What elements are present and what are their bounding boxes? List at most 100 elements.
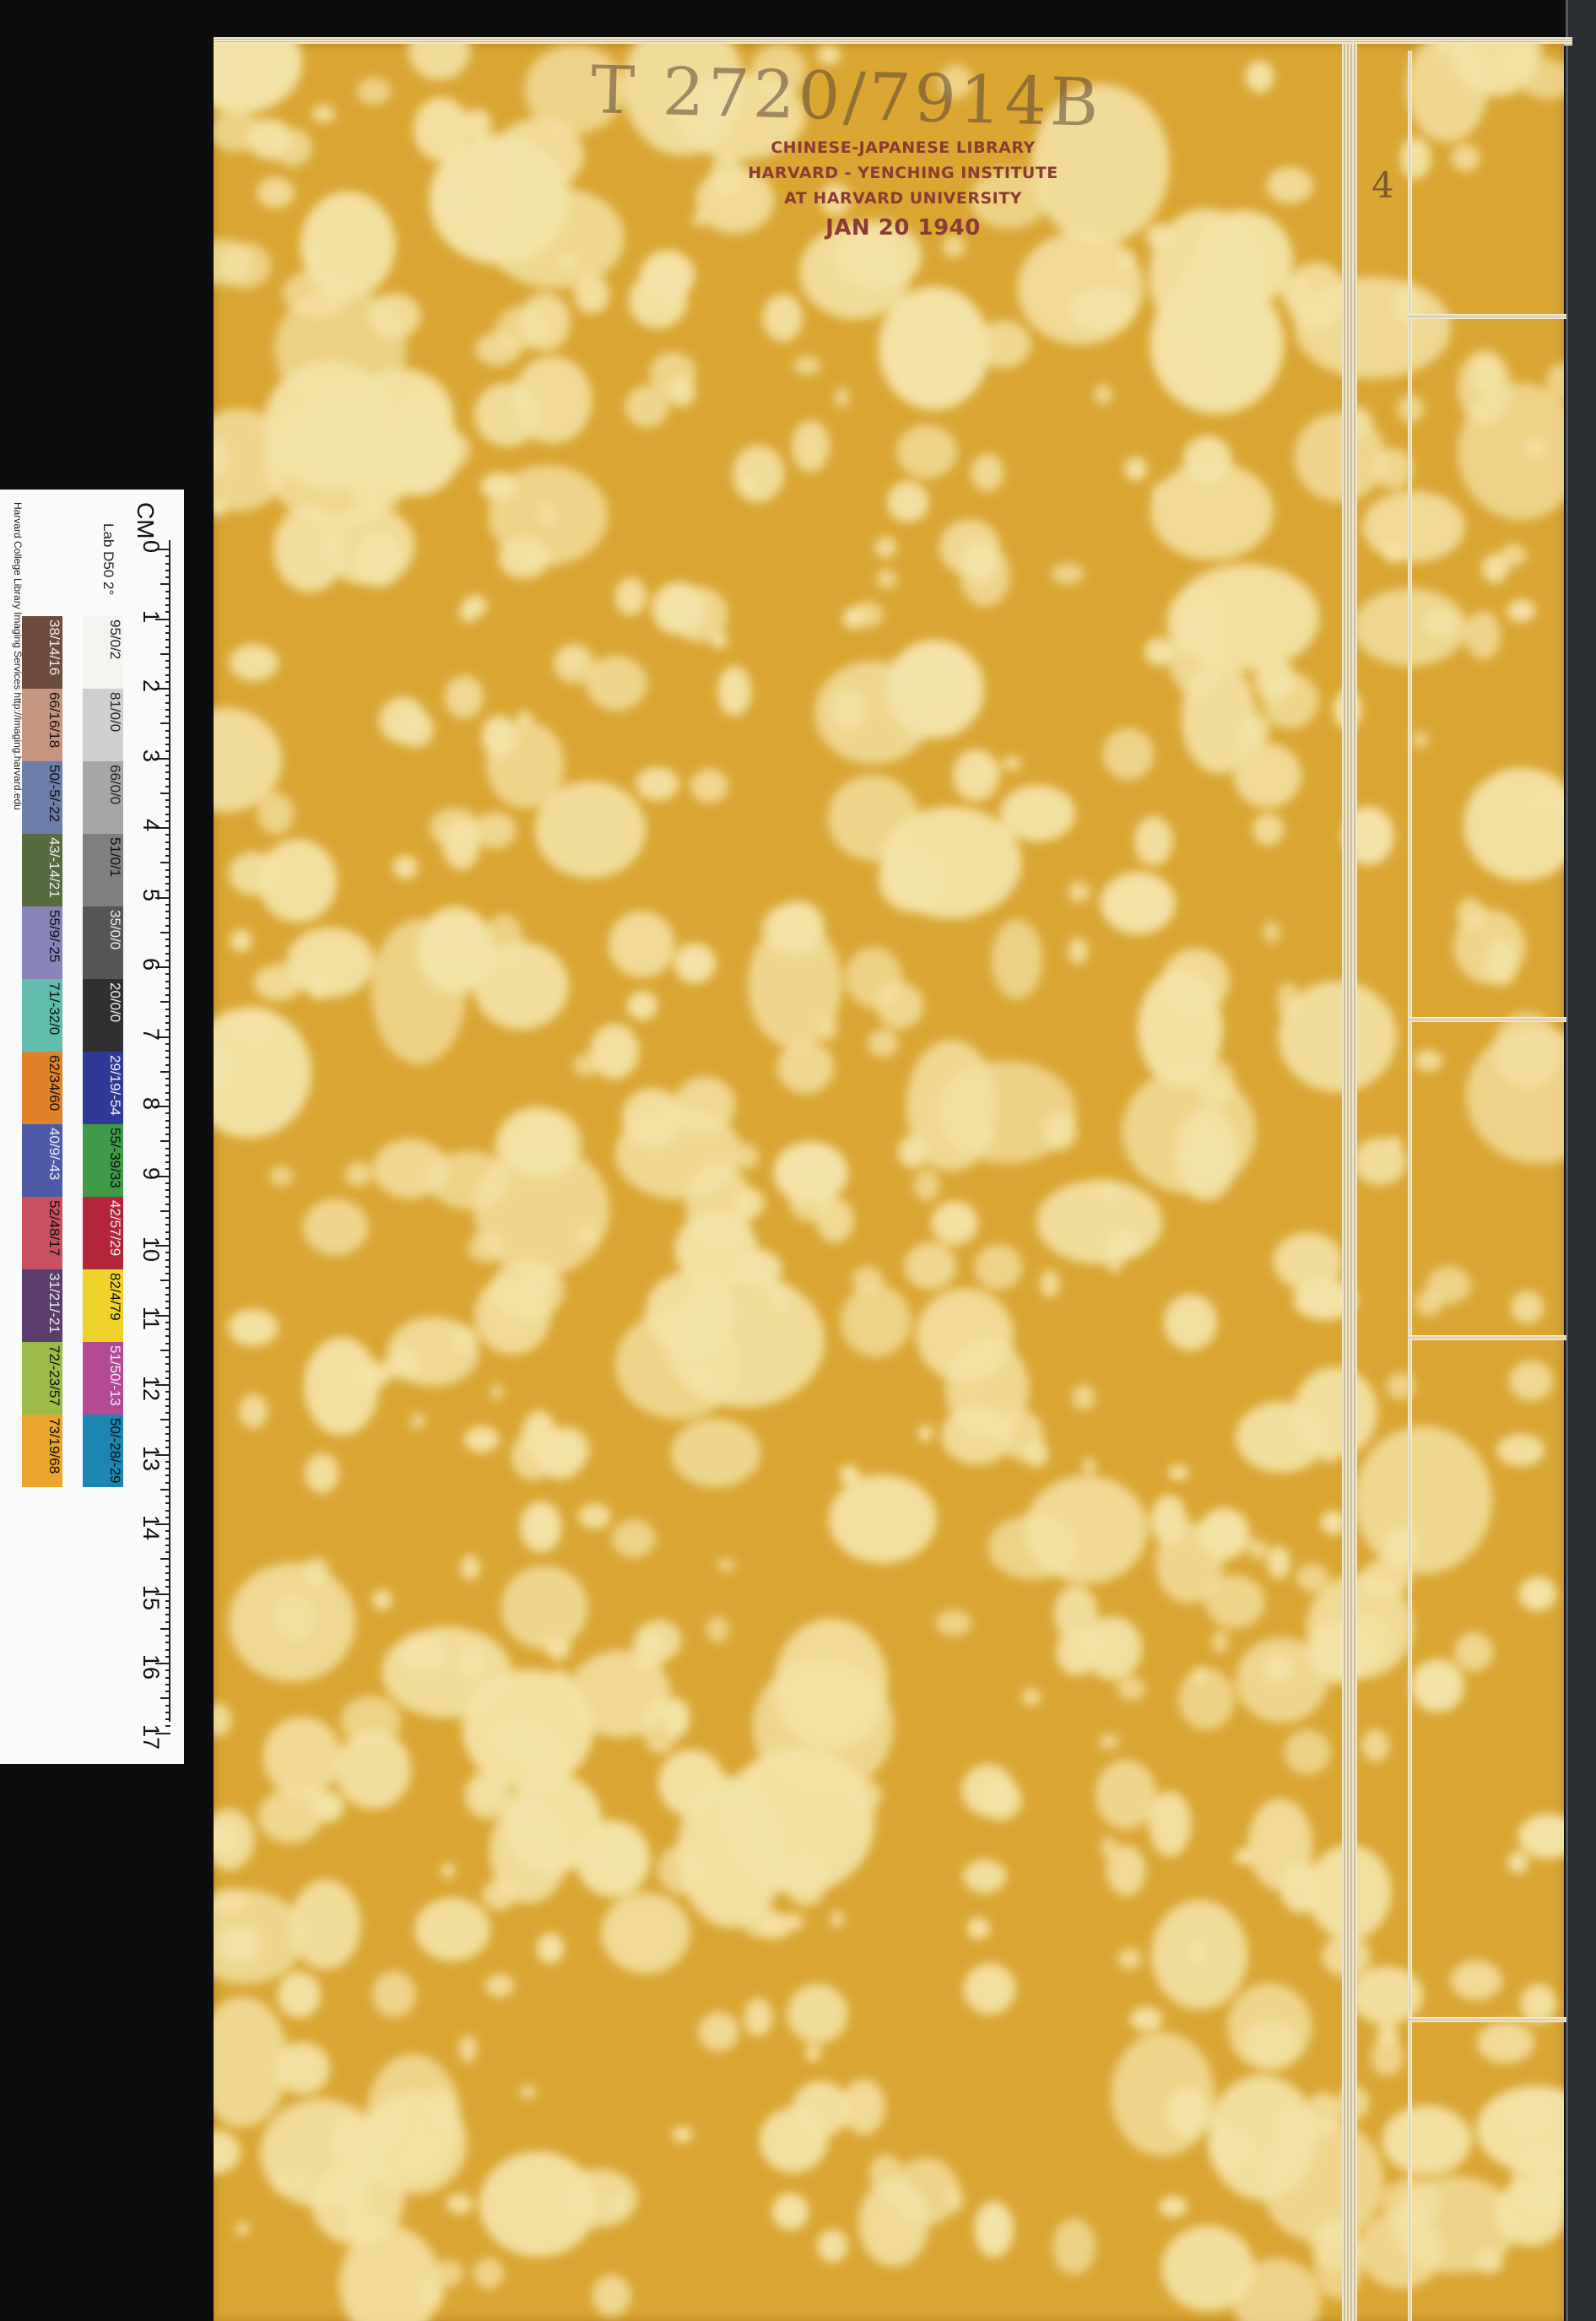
marble-spot bbox=[1124, 457, 1148, 481]
marble-spot bbox=[1370, 2037, 1404, 2076]
ruler-minor-tick bbox=[165, 1642, 170, 1644]
marble-spot bbox=[583, 1830, 639, 1869]
ruler-minor-tick bbox=[165, 716, 170, 717]
ruler-minor-tick bbox=[165, 1078, 170, 1079]
marble-spot bbox=[1017, 231, 1144, 345]
color-patch-label: 51/50/-13 bbox=[107, 1345, 123, 1406]
marble-spot bbox=[1410, 1658, 1464, 1712]
ruler-minor-tick bbox=[165, 903, 170, 906]
marble-spot bbox=[428, 1150, 510, 1209]
ruler-minor-tick bbox=[165, 1579, 170, 1581]
ruler-minor-tick bbox=[160, 1280, 170, 1282]
ruler-minor-tick bbox=[165, 1014, 170, 1017]
ruler-minor-tick bbox=[165, 1293, 170, 1296]
marble-spot bbox=[494, 1129, 527, 1163]
marble-spot bbox=[408, 44, 471, 81]
marble-spot bbox=[238, 1393, 268, 1429]
marble-spot bbox=[441, 1863, 456, 1880]
marble-spot bbox=[1266, 166, 1313, 204]
ruler-minor-tick bbox=[165, 1669, 170, 1672]
marble-spot bbox=[917, 1425, 933, 1442]
color-calibration-target: Harvard College Library Imaging Services… bbox=[0, 490, 184, 1764]
marble-spot bbox=[1211, 1630, 1229, 1654]
marble-spot bbox=[522, 1410, 557, 1457]
ruler-minor-tick bbox=[160, 1349, 170, 1351]
color-patch-label: 50/-28/-29 bbox=[107, 1418, 123, 1484]
ruler-minor-tick bbox=[165, 980, 170, 982]
ruler-cm-label: 14 bbox=[138, 1515, 164, 1541]
marble-spot bbox=[867, 1029, 899, 1058]
marble-spot bbox=[1451, 143, 1480, 172]
marble-spot bbox=[592, 2275, 631, 2317]
marble-spot bbox=[1129, 2006, 1163, 2032]
ruler-minor-tick bbox=[160, 583, 170, 586]
marble-spot bbox=[265, 396, 415, 528]
color-patch-label: 52/48/17 bbox=[46, 1200, 62, 1257]
ruler-minor-tick bbox=[165, 1328, 170, 1330]
color-patch: 66/16/18 bbox=[22, 689, 62, 761]
ruler-minor-tick bbox=[165, 1112, 170, 1115]
ruler-minor-tick bbox=[165, 1404, 170, 1407]
marble-spot bbox=[636, 767, 679, 801]
book-cover bbox=[214, 44, 1564, 2321]
marble-spot bbox=[258, 839, 338, 922]
ruler-minor-tick bbox=[165, 1377, 170, 1379]
ruler-cm-label: 9 bbox=[138, 1166, 164, 1180]
scanner-bed-edge bbox=[1566, 0, 1596, 2321]
marble-spot bbox=[615, 1106, 743, 1199]
marble-spot bbox=[392, 855, 419, 879]
marble-spot bbox=[590, 1024, 639, 1079]
ruler-minor-tick bbox=[165, 1530, 170, 1533]
marble-spot bbox=[1382, 2105, 1472, 2176]
marble-spot bbox=[784, 1913, 804, 1931]
marble-spot bbox=[1518, 1577, 1557, 1612]
color-patch-label: 29/19/-54 bbox=[107, 1055, 123, 1116]
marble-spot bbox=[733, 1188, 765, 1219]
marble-spot bbox=[1456, 897, 1485, 929]
ruler-minor-tick bbox=[165, 1168, 170, 1171]
ruler-minor-tick bbox=[165, 1203, 170, 1205]
ruler-cm-label: 3 bbox=[138, 749, 164, 762]
ruler-minor-tick bbox=[165, 945, 170, 948]
marble-spot bbox=[776, 1041, 835, 1094]
ruler-minor-tick bbox=[165, 778, 170, 781]
marble-spot bbox=[1117, 1676, 1146, 1702]
marble-spot bbox=[303, 1557, 330, 1587]
marble-spot bbox=[805, 2045, 821, 2062]
ruler-minor-tick bbox=[165, 736, 170, 738]
marble-spot bbox=[1134, 816, 1173, 866]
marble-spot bbox=[1168, 1464, 1189, 1481]
ruler-cm-label: 6 bbox=[138, 958, 164, 971]
ruler-minor-tick bbox=[165, 1447, 170, 1449]
marble-spot bbox=[657, 1844, 708, 1895]
marble-spot bbox=[257, 793, 295, 835]
book-page-edges bbox=[1342, 44, 1357, 2321]
marble-spot bbox=[828, 1474, 937, 1564]
color-patch-label: 31/21/-21 bbox=[46, 1273, 62, 1334]
marble-spot bbox=[876, 569, 898, 590]
ruler-minor-tick bbox=[160, 1209, 170, 1212]
ruler-minor-tick bbox=[165, 771, 170, 773]
ruler-unit: CM bbox=[133, 502, 159, 539]
ruler-minor-tick bbox=[165, 973, 170, 976]
ruler-minor-tick bbox=[165, 562, 170, 565]
marble-spot bbox=[1105, 1230, 1140, 1261]
ruler-minor-tick bbox=[165, 1182, 170, 1184]
ruler-cm-label: 1 bbox=[138, 609, 164, 623]
marble-spot bbox=[1278, 981, 1397, 1092]
marble-spot bbox=[1068, 286, 1134, 332]
marble-spot bbox=[611, 1519, 656, 1558]
ruler-cm-label: 17 bbox=[138, 1723, 164, 1750]
ruler-minor-tick bbox=[165, 834, 170, 836]
ruler-minor-tick bbox=[165, 625, 170, 627]
color-patch: 29/19/-54 bbox=[83, 1052, 123, 1124]
marble-spot bbox=[1245, 60, 1274, 93]
marble-spot bbox=[1454, 1631, 1494, 1672]
ruler-minor-tick bbox=[160, 1001, 170, 1004]
marble-spot bbox=[793, 355, 821, 376]
ruler-minor-tick bbox=[165, 667, 170, 669]
marble-spot bbox=[500, 1566, 588, 1650]
marble-spot bbox=[381, 1626, 512, 1718]
marble-spot bbox=[961, 1764, 1015, 1817]
ruler-minor-tick bbox=[165, 1635, 170, 1637]
